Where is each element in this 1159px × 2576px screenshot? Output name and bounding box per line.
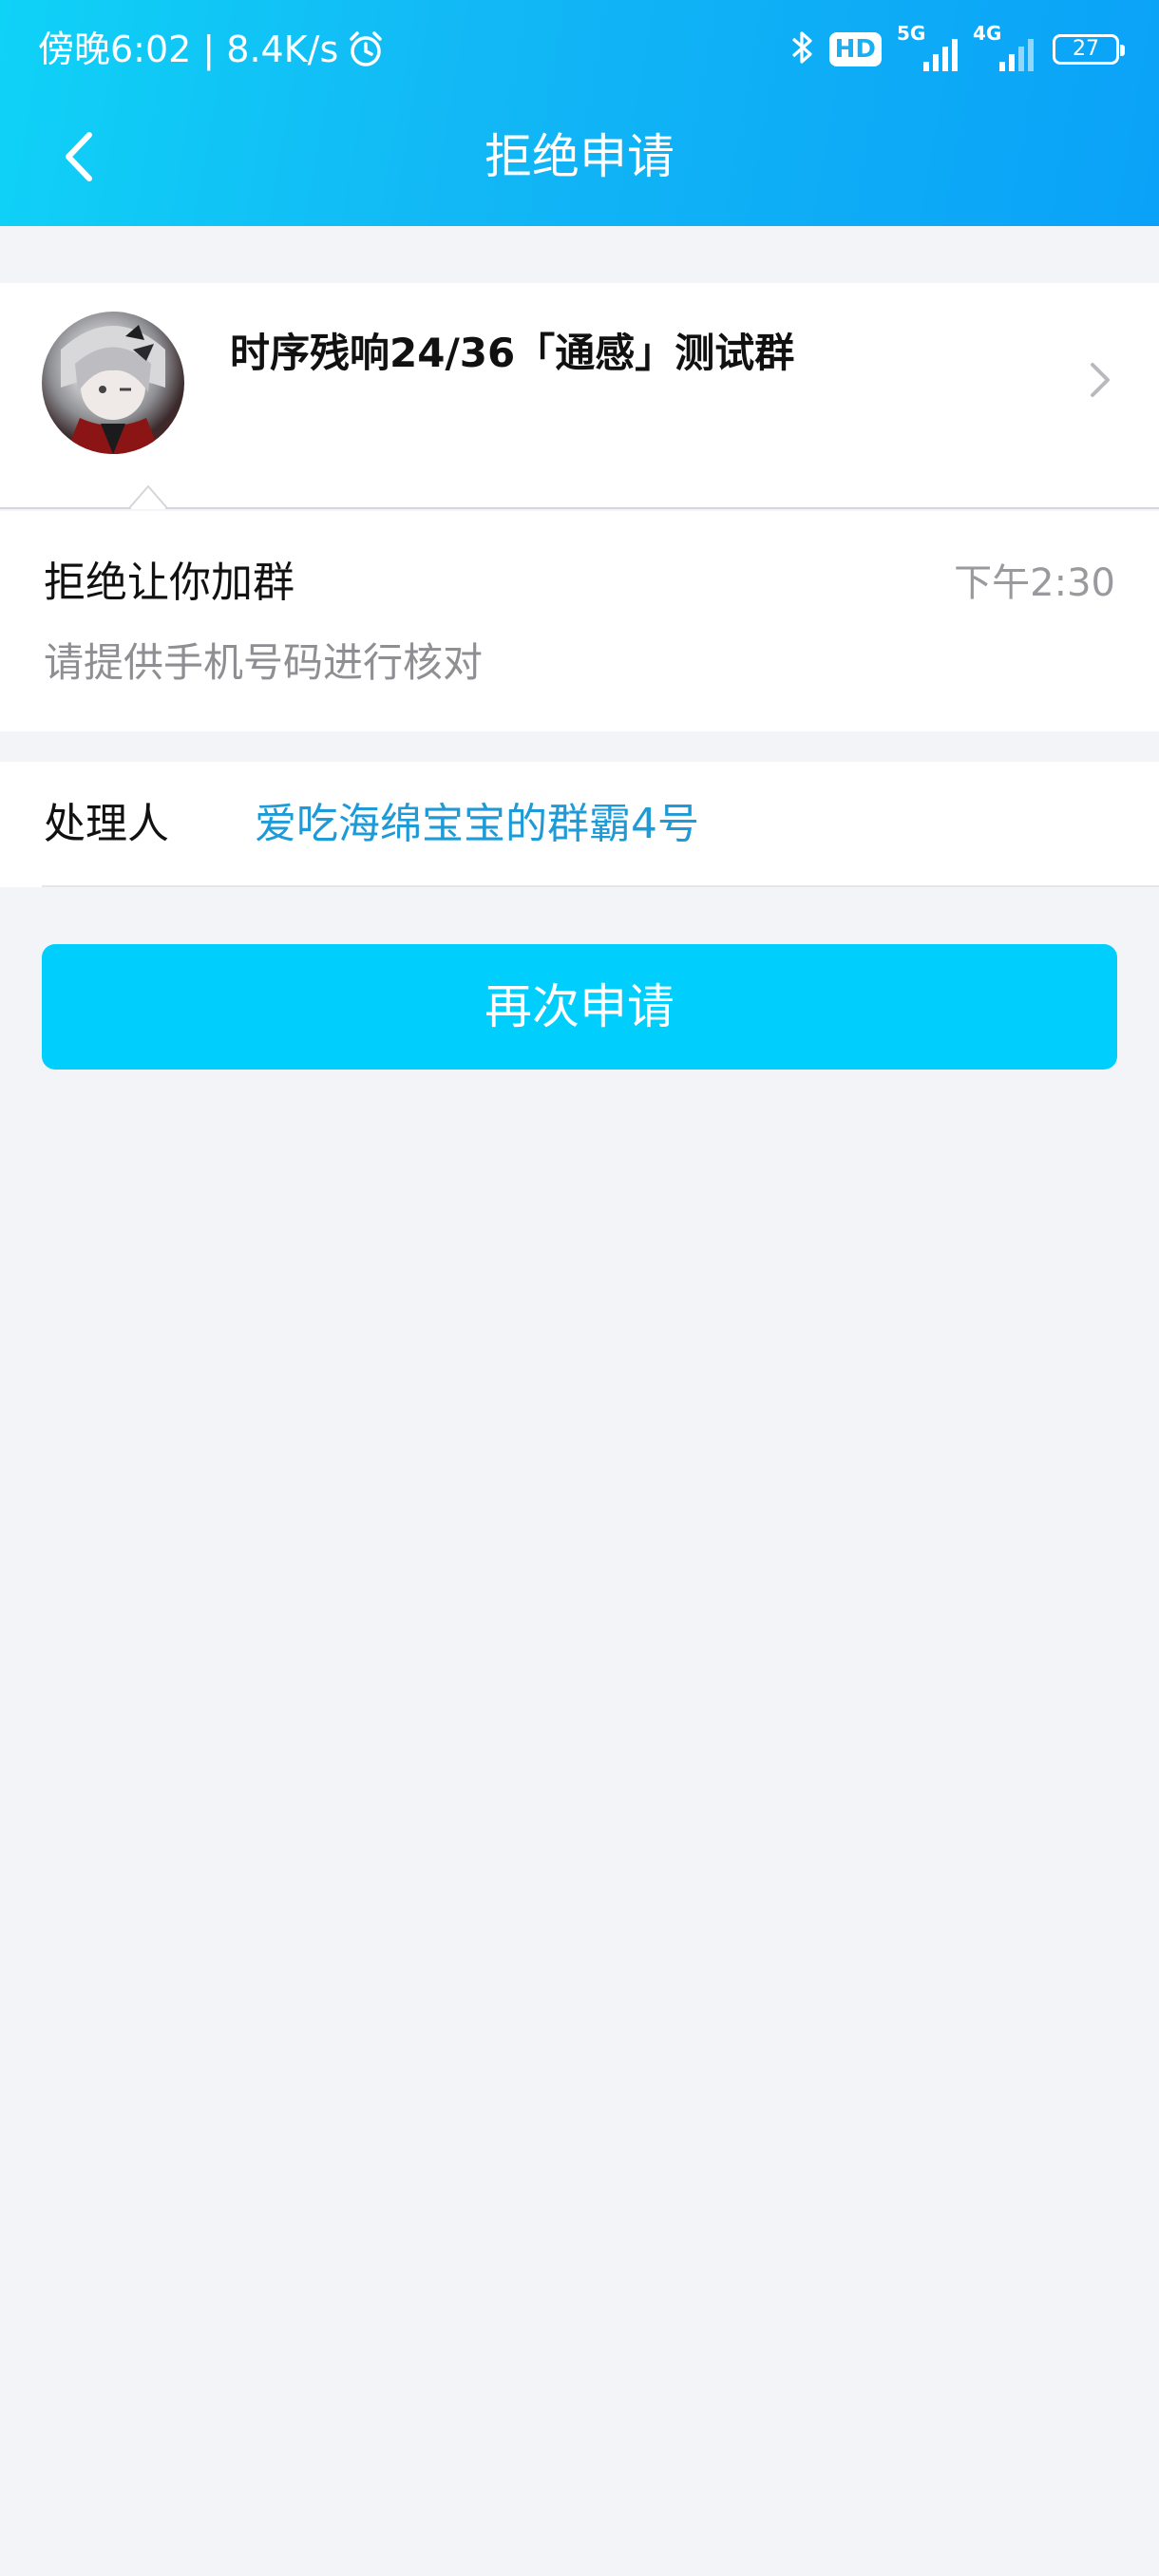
bluetooth-icon: [789, 28, 814, 70]
battery-level: 27: [1073, 37, 1099, 61]
app-header: 傍晚6:02 | 8.4K/s HD 5G 4G 27 拒绝申请: [0, 0, 1159, 226]
handler-row: 处理人 爱吃海绵宝宝的群霸4号: [0, 762, 1159, 887]
battery-icon: 27: [1053, 34, 1125, 65]
status-time-speed-text: 傍晚6:02 | 8.4K/s: [38, 28, 339, 70]
status-bar: 傍晚6:02 | 8.4K/s HD 5G 4G 27: [0, 0, 1159, 95]
group-avatar: [42, 312, 184, 454]
rejection-time: 下午2:30: [954, 561, 1115, 605]
net-4g-label: 4G: [973, 22, 1002, 45]
group-card[interactable]: 时序残响24/36「通感」测试群: [0, 283, 1159, 510]
signal-5g-icon: 5G: [897, 22, 958, 71]
status-icons: HD 5G 4G 27: [789, 22, 1125, 76]
page-title: 拒绝申请: [484, 129, 674, 184]
rejection-title: 拒绝让你加群: [44, 559, 294, 607]
rejection-message-card: 拒绝让你加群 下午2:30 请提供手机号码进行核对: [0, 511, 1159, 731]
signal-4g-icon: 4G: [973, 22, 1034, 71]
alarm-clock-icon: [346, 29, 386, 69]
net-5g-label: 5G: [897, 22, 926, 45]
hd-voice-icon: HD: [828, 32, 882, 66]
notch-indicator: [128, 481, 168, 510]
handler-name-link[interactable]: 爱吃海绵宝宝的群霸4号: [255, 796, 699, 853]
reapply-button[interactable]: 再次申请: [42, 944, 1117, 1070]
rejection-reason: 请提供手机号码进行核对: [44, 639, 484, 686]
group-name: 时序残响24/36「通感」测试群: [230, 330, 795, 376]
chevron-right-icon: [1083, 361, 1117, 399]
handler-label: 处理人: [44, 800, 169, 848]
status-time-speed: 傍晚6:02 | 8.4K/s: [38, 25, 386, 74]
card-divider: [0, 507, 1159, 509]
handler-divider: [42, 885, 1159, 887]
nav-bar: 拒绝申请: [0, 95, 1159, 226]
avatar-image: [61, 325, 165, 454]
